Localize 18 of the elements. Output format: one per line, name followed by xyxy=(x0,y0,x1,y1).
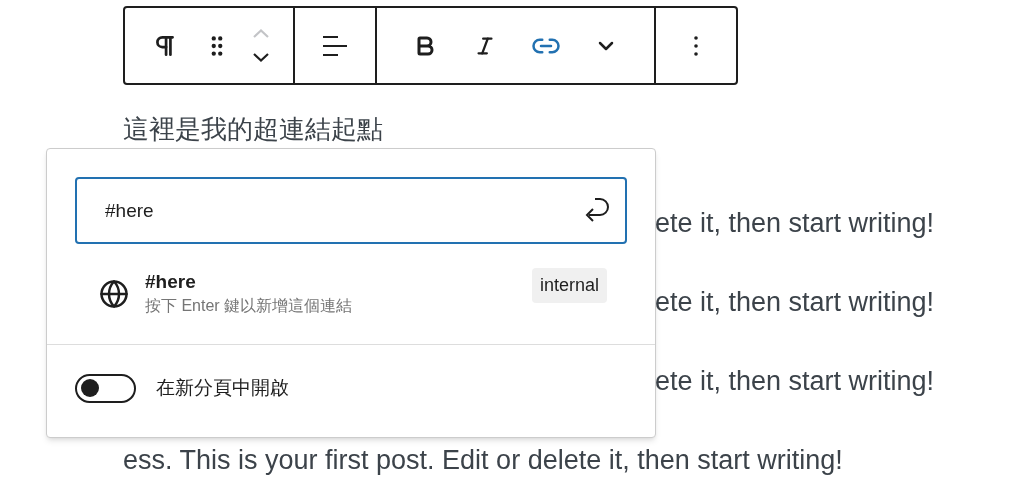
paragraph-text: ete it, then start writing! xyxy=(655,207,935,241)
paragraph-text: 這裡是我的超連結起點 xyxy=(123,113,384,146)
paragraph-text: ete it, then start writing! xyxy=(655,365,935,399)
suggestion-title: #here xyxy=(145,270,197,294)
toggle-switch[interactable] xyxy=(75,373,136,403)
chevron-up-icon xyxy=(253,29,269,38)
url-input-field[interactable]: #here xyxy=(75,177,627,244)
align-left-icon xyxy=(322,34,348,57)
type-badge: internal xyxy=(531,268,607,303)
toggle-knob xyxy=(81,379,99,397)
paragraph-text: ete it, then start writing! xyxy=(655,286,935,320)
chevron-down-icon xyxy=(253,53,269,62)
toggle-label: 在新分頁中開啟 xyxy=(156,375,289,400)
link-suggestion[interactable]: #here 按下 Enter 鍵以新增這個連結 internal xyxy=(75,264,627,324)
more-vertical-icon xyxy=(694,35,698,56)
paragraph-text: ess. This is your first post. Edit or delete it, then start writing! xyxy=(123,444,843,478)
globe-icon xyxy=(99,279,129,309)
suggestion-hint: 按下 Enter 鍵以新增這個連結 xyxy=(145,296,354,316)
